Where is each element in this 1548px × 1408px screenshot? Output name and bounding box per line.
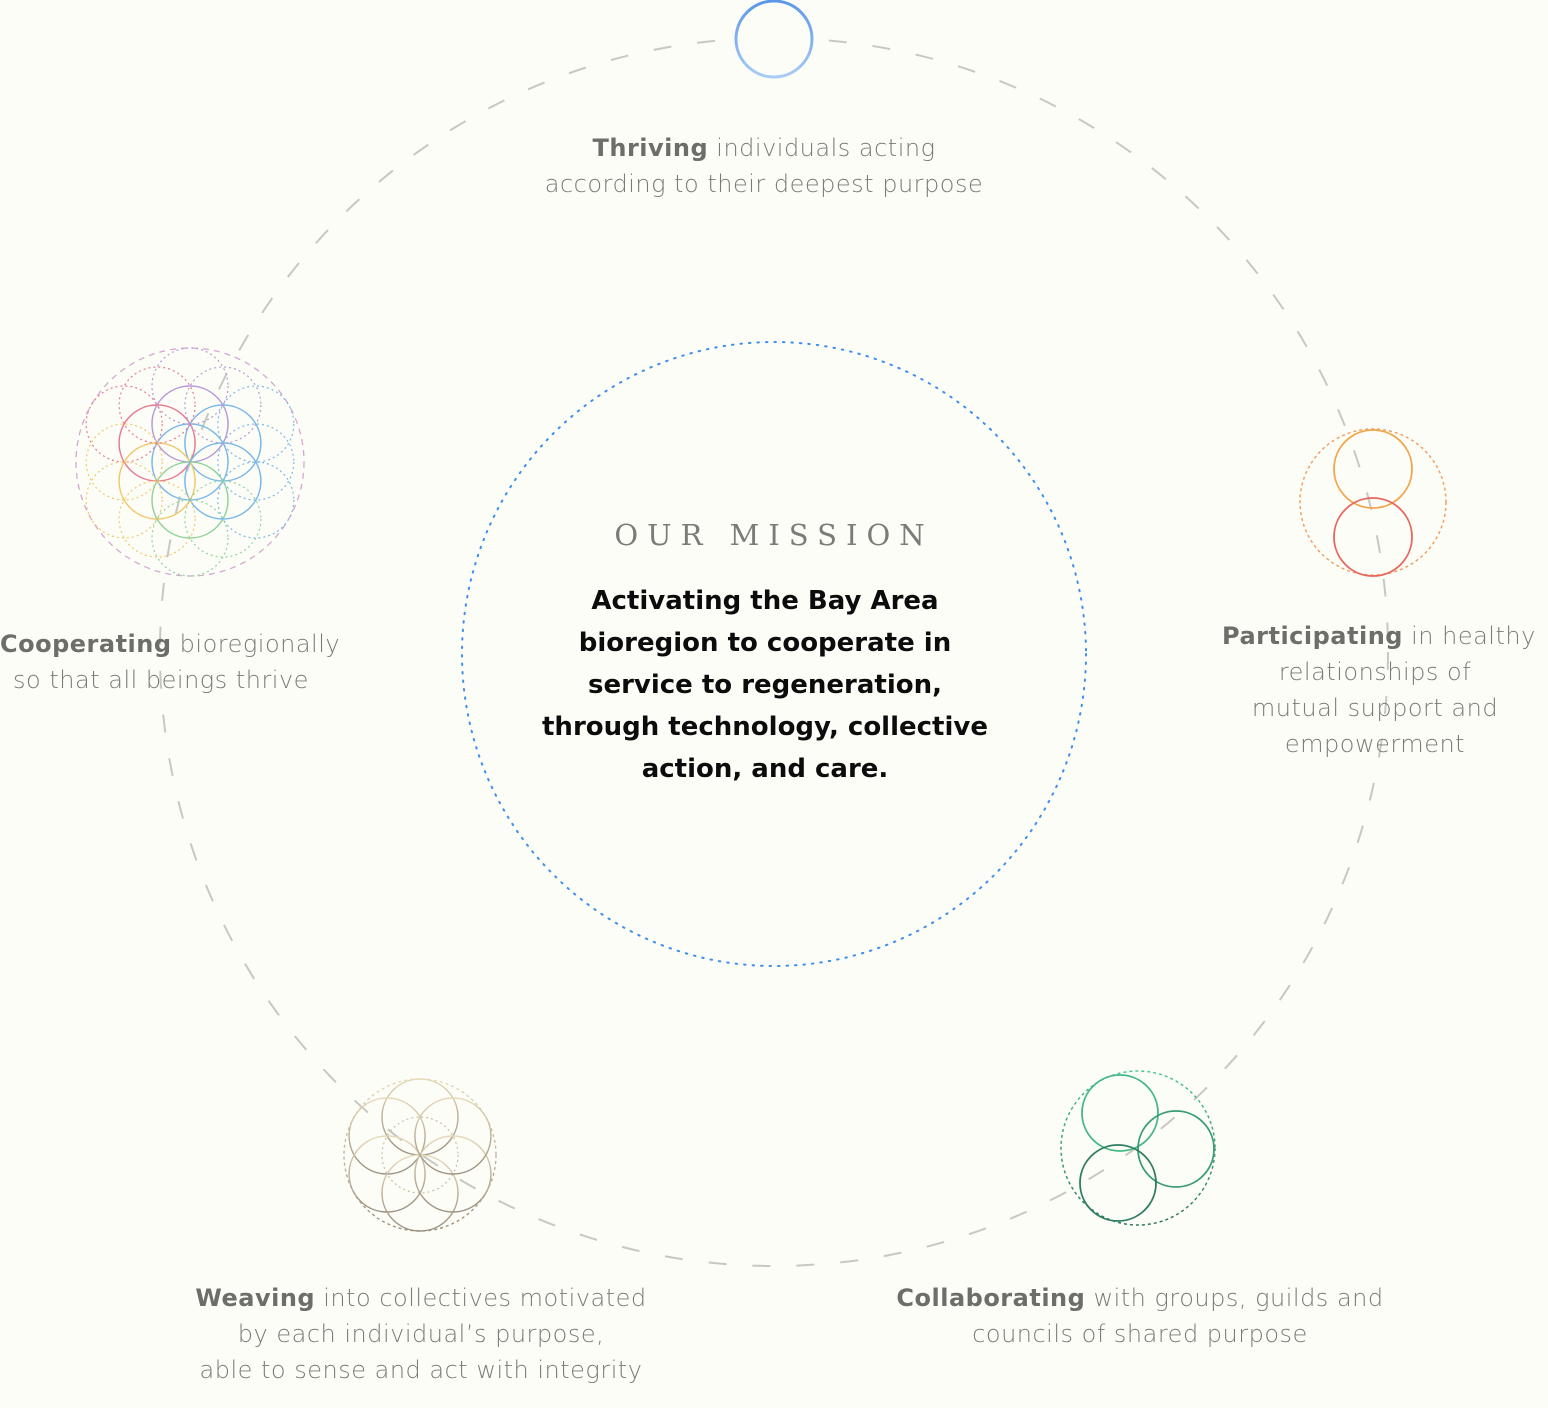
two-circles-icon [1299,428,1447,577]
collaborating-text-2: councils of shared purpose [972,1320,1308,1348]
collaborating-text-1: with groups, guilds and [1085,1284,1384,1312]
weaving-text-1: into collectives motivated [315,1284,647,1312]
three-circles-icon [1060,1070,1216,1226]
mission-heading: OUR MISSION [614,518,934,552]
participating-text-4: empowerment [1284,730,1466,758]
seed-of-life-icon [343,1078,497,1232]
cooperating-caption: Cooperating bioregionally so that all be… [0,626,340,698]
thriving-circle-icon [734,0,814,79]
collaborating-label: Collaborating [896,1284,1086,1312]
thriving-caption: Thriving individuals acting according to… [524,130,1004,202]
participating-caption: Participating in healthy relationships o… [1222,618,1535,762]
weaving-text-3: able to sense and act with integrity [199,1356,643,1384]
participating-label: Participating [1222,622,1403,650]
cooperating-text-2: so that all beings thrive [13,666,309,694]
cooperating-label: Cooperating [0,630,172,658]
participating-text-1: in healthy [1402,622,1536,650]
mission-statement: Activating the Bay Area bioregion to coo… [542,586,988,784]
participating-text-2: relationships of [1278,658,1472,686]
weaving-text-2: by each individual’s purpose, [237,1320,605,1348]
collaborating-caption: Collaborating with groups, guilds and co… [880,1280,1400,1352]
thriving-text-2: according to their deepest purpose [544,170,984,198]
thriving-text-1: individuals acting [708,134,936,162]
flower-of-life-icon [75,347,305,577]
cooperating-text-1: bioregionally [171,630,341,658]
participating-text-3: mutual support and [1251,694,1499,722]
weaving-caption: Weaving into collectives motivated by ea… [186,1280,656,1388]
thriving-label: Thriving [592,134,709,162]
weaving-label: Weaving [195,1284,316,1312]
